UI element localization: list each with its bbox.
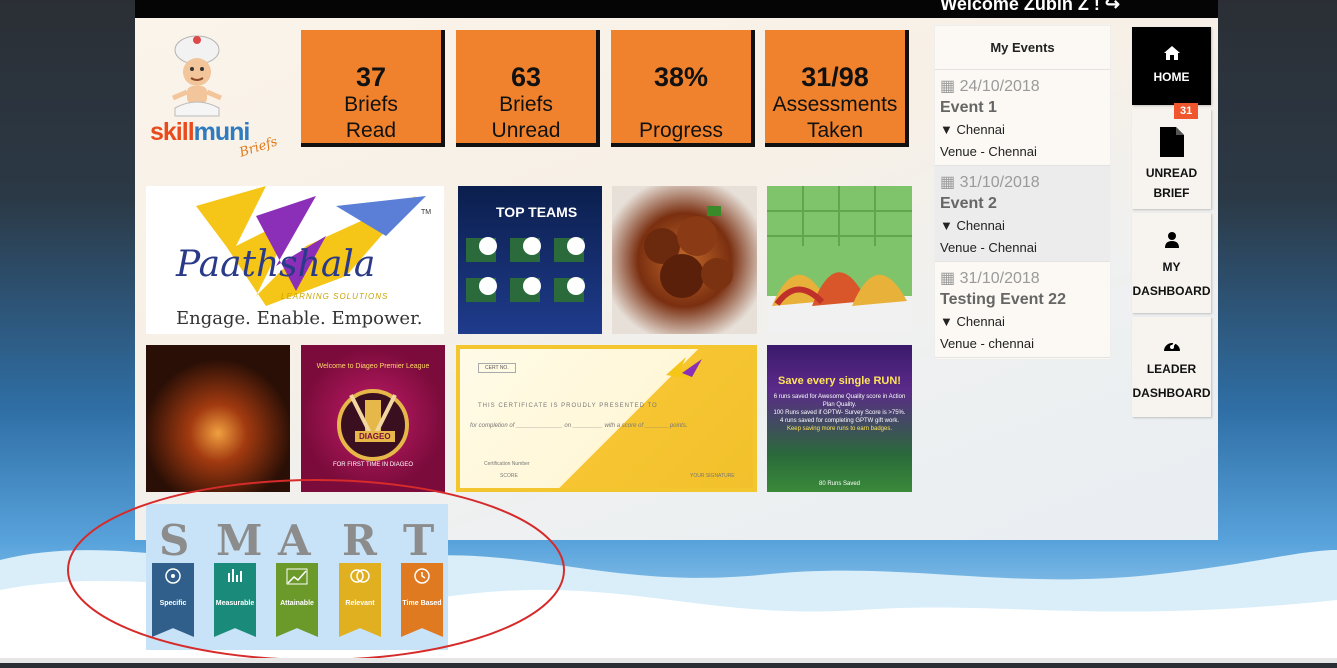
tile-save-runs[interactable]: Save every single RUN! 6 runs saved for … bbox=[767, 345, 912, 492]
cert-number-box: CERT NO. bbox=[478, 363, 516, 373]
nav-home-label: HOME bbox=[1153, 70, 1190, 84]
svg-text:TM: TM bbox=[421, 209, 431, 216]
event-item[interactable]: ▦ 24/10/2018 Event 1 ▼ Chennai Venue - C… bbox=[935, 70, 1110, 166]
event-location: ▼ Chennai bbox=[940, 122, 1005, 137]
home-icon bbox=[1163, 46, 1180, 60]
events-panel: My Events ▦ 24/10/2018 Event 1 ▼ Chennai… bbox=[934, 25, 1111, 360]
stat-assessments-taken: 31/98 Assessments Taken bbox=[765, 30, 909, 147]
calendar-icon: ▦ bbox=[940, 174, 956, 191]
tile-premier-league[interactable]: Welcome to Diageo Premier League DIAGEO … bbox=[301, 345, 445, 492]
event-date: ▦ 24/10/2018 bbox=[940, 78, 1040, 95]
premier-line: FOR FIRST TIME IN DIAGEO bbox=[332, 462, 414, 468]
cert-completion: for completion of ______________ on ____… bbox=[470, 423, 688, 429]
stat-progress: 38% Progress bbox=[611, 30, 755, 147]
stat-label-line2: Read bbox=[345, 119, 397, 142]
side-nav: HOME 31 UNREAD BRIEF MY DASHBOARD LEADER… bbox=[1132, 27, 1211, 421]
stat-label-line1: Briefs bbox=[499, 93, 553, 116]
stat-label-line1 bbox=[611, 92, 751, 118]
premier-title: Welcome to Diageo Premier League bbox=[316, 363, 430, 370]
event-title: Testing Event 22 bbox=[940, 291, 1066, 308]
stat-value: 38% bbox=[653, 62, 709, 92]
tile-sparks[interactable] bbox=[146, 345, 290, 492]
main-frame: Welcome Zubin Z ! ↪ skillmuni Briefs 37 … bbox=[135, 0, 1218, 540]
tile-certificate[interactable]: CERT NO. THIS CERTIFICATE IS PROUDLY PRE… bbox=[456, 345, 757, 492]
user-icon bbox=[1164, 232, 1179, 248]
event-item[interactable]: ▦ 31/10/2018 Testing Event 22 ▼ Chennai … bbox=[935, 262, 1110, 358]
paathshala-sub: LEARNING SOLUTIONS bbox=[281, 292, 389, 301]
tile-food-chicken[interactable] bbox=[612, 186, 757, 334]
tile-tacos[interactable] bbox=[767, 186, 912, 334]
event-date: ▦ 31/10/2018 bbox=[940, 174, 1040, 191]
event-venue: Venue - Chennai bbox=[940, 144, 1037, 159]
unread-count-badge: 31 bbox=[1174, 103, 1199, 119]
stat-value: 31/98 bbox=[801, 62, 869, 92]
cert-certno-label: Certification Number bbox=[484, 461, 530, 467]
event-title: Event 1 bbox=[940, 99, 997, 116]
stat-label-line1: Assessments bbox=[772, 93, 898, 116]
stat-value: 37 bbox=[355, 62, 387, 92]
paathshala-name: Paathshala bbox=[176, 244, 376, 285]
top-teams-title: TOP TEAMS bbox=[496, 204, 578, 220]
guru-mascot-icon bbox=[172, 35, 222, 117]
welcome-text[interactable]: Welcome Zubin Z ! ↪ bbox=[940, 0, 1120, 15]
nav-unread-brief[interactable]: 31 UNREAD BRIEF bbox=[1132, 103, 1211, 209]
paathshala-tagline: Engage. Enable. Empower. bbox=[176, 308, 423, 329]
nav-leader-dashboard[interactable]: LEADER DASHBOARD bbox=[1132, 317, 1211, 417]
premier-badge: DIAGEO bbox=[355, 431, 395, 442]
annotation-ellipse bbox=[67, 479, 565, 661]
event-location: ▼ Chennai bbox=[940, 218, 1005, 233]
nav-my-dashboard[interactable]: MY DASHBOARD bbox=[1132, 213, 1211, 313]
logo-wordmark: skillmuni bbox=[150, 118, 250, 146]
stat-label-line1: Briefs bbox=[344, 93, 398, 116]
calendar-icon: ▦ bbox=[940, 270, 956, 287]
tile-paathshala[interactable]: TM Paathshala LEARNING SOLUTIONS Engage.… bbox=[146, 186, 444, 334]
skillmuni-logo[interactable]: skillmuni Briefs bbox=[147, 28, 279, 163]
document-icon bbox=[1159, 127, 1184, 157]
taskbar-strip bbox=[0, 658, 1337, 663]
stat-briefs-read: 37 Briefs Read bbox=[301, 30, 445, 147]
speedometer-icon bbox=[1163, 340, 1180, 351]
event-location: ▼ Chennai bbox=[940, 314, 1005, 329]
cert-presented: THIS CERTIFICATE IS PROUDLY PRESENTED TO bbox=[478, 403, 658, 409]
events-title: My Events bbox=[935, 26, 1110, 70]
food-image bbox=[644, 206, 733, 298]
stat-briefs-unread: 63 Briefs Unread bbox=[456, 30, 600, 147]
cert-logo-icon bbox=[666, 357, 702, 379]
stat-label-line2: Unread bbox=[491, 119, 561, 142]
map-pin-icon: ▼ bbox=[940, 218, 953, 233]
stat-value: 63 bbox=[510, 62, 542, 92]
tacos-image bbox=[767, 186, 912, 334]
logout-icon[interactable]: ↪ bbox=[1105, 0, 1120, 14]
runs-footer: 80 Runs Saved bbox=[818, 481, 861, 487]
runs-body: 6 runs saved for Awesome Quality score i… bbox=[773, 394, 906, 432]
calendar-icon: ▦ bbox=[940, 78, 956, 95]
map-pin-icon: ▼ bbox=[940, 314, 953, 329]
runs-title: Save every single RUN! bbox=[778, 375, 901, 387]
event-item[interactable]: ▦ 31/10/2018 Event 2 ▼ Chennai Venue - C… bbox=[935, 166, 1110, 262]
nav-home[interactable]: HOME bbox=[1132, 27, 1211, 105]
stat-label-line2: Taken bbox=[806, 119, 864, 142]
tile-top-teams[interactable]: TOP TEAMS bbox=[458, 186, 602, 334]
event-date: ▦ 31/10/2018 bbox=[940, 270, 1040, 287]
event-venue: Venue - Chennai bbox=[940, 240, 1037, 255]
stat-label-line2: Progress bbox=[638, 119, 724, 142]
cert-signature-label: YOUR SIGNATURE bbox=[690, 473, 735, 479]
event-venue: Venue - chennai bbox=[940, 336, 1034, 351]
map-pin-icon: ▼ bbox=[940, 122, 953, 137]
event-title: Event 2 bbox=[940, 195, 997, 212]
